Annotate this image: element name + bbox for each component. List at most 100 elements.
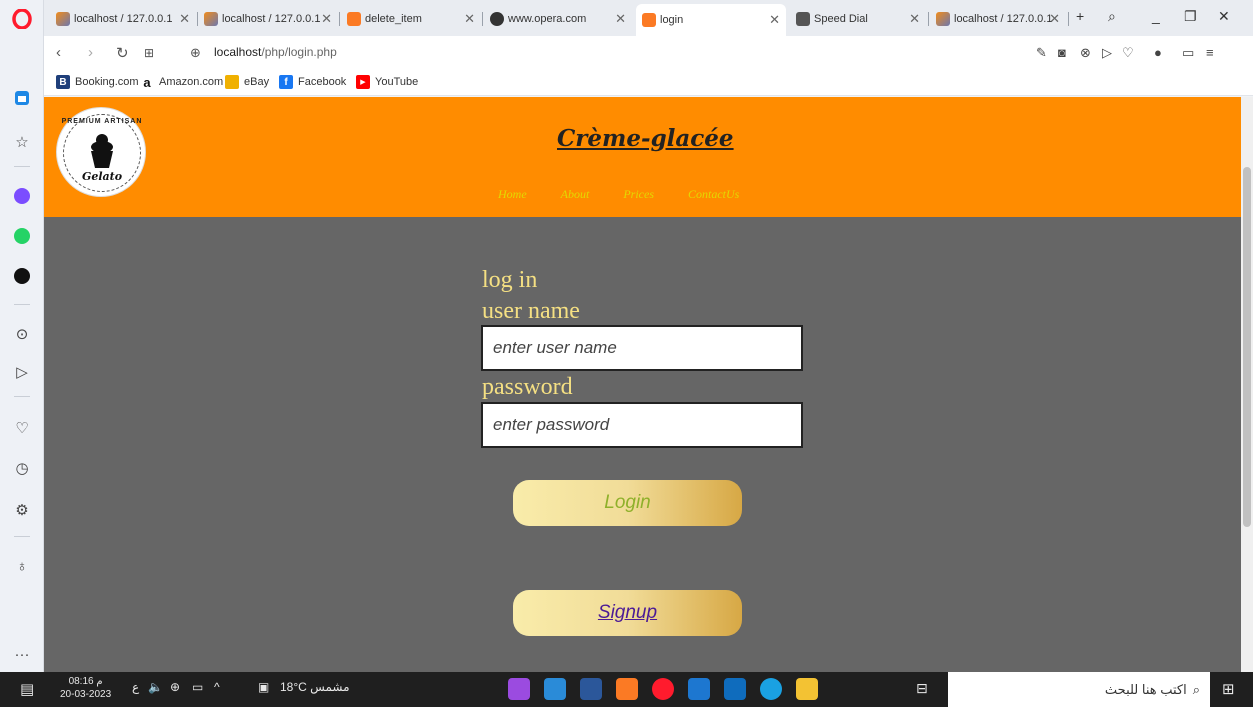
more-dots-icon[interactable]: ··· <box>8 640 36 668</box>
tab-delete-item[interactable]: delete_item ✕ <box>341 6 481 32</box>
task-view-icon[interactable]: ⊟ <box>916 680 928 697</box>
taskbar-search[interactable]: اكتب هنا للبحث ⌕ <box>948 672 1210 707</box>
player-icon[interactable]: ⊙ <box>8 320 36 348</box>
scrollbar-thumb[interactable] <box>1243 167 1251 527</box>
close-tab-icon[interactable]: ✕ <box>769 12 780 28</box>
url-field[interactable]: localhost/php/login.php <box>214 45 337 59</box>
restore-icon[interactable]: ❐ <box>1184 8 1197 25</box>
screen: ☆ ⊙ ▷ ♡ ◷ ⚙ ♁ ··· localhost / 127.0.0.1 … <box>0 0 1253 707</box>
language-indicator[interactable]: ع <box>132 680 139 694</box>
bookmarks-bar: B Booking.com a Amazon.com eBay f Facebo… <box>44 70 1253 96</box>
word-icon[interactable] <box>580 678 602 700</box>
adblock-icon[interactable]: ⊗ <box>1080 45 1091 61</box>
bookmarks-star-icon[interactable]: ☆ <box>8 128 36 156</box>
new-tab-plus-icon[interactable]: + <box>1076 8 1084 24</box>
username-input[interactable] <box>481 325 803 371</box>
signup-link-button[interactable]: Signup <box>513 590 742 636</box>
nav-prices[interactable]: Prices <box>623 187 654 202</box>
bookmark-amazon[interactable]: a Amazon.com <box>140 74 224 90</box>
opera-sidebar: ☆ ⊙ ▷ ♡ ◷ ⚙ ♁ ··· <box>0 0 44 672</box>
close-tab-icon[interactable]: ✕ <box>615 11 626 27</box>
bookmark-label: Facebook <box>298 76 347 88</box>
tab-phpmyadmin-1[interactable]: localhost / 127.0.0.1 ✕ <box>50 6 196 32</box>
home-icon[interactable] <box>8 84 36 112</box>
battery-saver-icon[interactable]: ▭ <box>1182 45 1194 61</box>
amazon-icon: a <box>143 74 151 90</box>
settings-gear-icon[interactable]: ⚙ <box>8 496 36 524</box>
tab-speed-dial[interactable]: Speed Dial ✕ <box>790 6 926 32</box>
tab-opera[interactable]: www.opera.com ✕ <box>484 6 632 32</box>
xampp-icon <box>642 13 656 27</box>
mail-icon[interactable] <box>688 678 710 700</box>
reload-icon[interactable]: ↻ <box>116 44 129 62</box>
notifications-icon[interactable]: ▤ <box>20 680 34 698</box>
search-text: اكتب هنا للبحث <box>1104 681 1187 697</box>
windows-start-icon[interactable]: ⊞ <box>1222 680 1235 698</box>
bookmark-facebook[interactable]: f Facebook <box>279 75 346 89</box>
nav-about[interactable]: About <box>561 187 590 202</box>
tab-phpmyadmin-3[interactable]: localhost / 127.0.0.1 ✕ <box>930 6 1066 32</box>
volume-icon[interactable]: 🔈 <box>148 680 163 694</box>
edit-icon[interactable]: ✎ <box>1036 45 1047 61</box>
bookmark-youtube[interactable]: ▶ YouTube <box>356 75 418 89</box>
easy-setup-icon[interactable]: ≡ <box>1206 45 1214 60</box>
send-icon[interactable]: ▷ <box>1102 45 1112 61</box>
bookmark-ebay[interactable]: eBay <box>225 75 269 89</box>
store-icon[interactable] <box>724 678 746 700</box>
file-explorer-icon[interactable] <box>796 678 818 700</box>
opera-taskbar-icon[interactable] <box>652 678 674 700</box>
opera-logo-icon[interactable] <box>0 4 44 34</box>
paint-app-icon[interactable] <box>508 678 530 700</box>
logo-arc-text: PREMIUM ARTISAN <box>61 118 143 125</box>
messenger-icon[interactable] <box>8 182 36 210</box>
vscode-icon[interactable] <box>544 678 566 700</box>
forward-icon[interactable]: › <box>88 44 93 61</box>
close-tab-icon[interactable]: ✕ <box>464 11 475 27</box>
tabs-grid-icon[interactable]: ⊞ <box>144 46 154 60</box>
booking-icon: B <box>56 75 70 89</box>
xampp-taskbar-icon[interactable] <box>616 678 638 700</box>
site-title[interactable]: Crème-glacée <box>557 125 734 152</box>
history-clock-icon[interactable]: ◷ <box>8 454 36 482</box>
clock[interactable]: 08:16 م 20-03-2023 <box>60 675 111 701</box>
profile-avatar-icon[interactable]: ● <box>1154 45 1162 60</box>
tab-search-icon[interactable]: ⌕ <box>1108 8 1116 25</box>
bookmark-label: Amazon.com <box>159 76 224 88</box>
search-icon: ⌕ <box>1192 681 1200 697</box>
tab-login[interactable]: login ✕ <box>636 4 786 36</box>
site-info-globe-icon[interactable]: ⊕ <box>190 45 201 61</box>
edge-icon[interactable] <box>760 678 782 700</box>
tab-label: Speed Dial <box>814 13 868 25</box>
page-scrollbar[interactable] <box>1241 97 1253 672</box>
weather-text[interactable]: 18°C مشمس <box>280 680 350 694</box>
snapshot-camera-icon[interactable]: ◙ <box>1058 45 1066 60</box>
tiktok-icon[interactable] <box>8 262 36 290</box>
close-window-icon[interactable]: ✕ <box>1218 8 1230 25</box>
heart-icon[interactable]: ♡ <box>8 414 36 442</box>
phpmyadmin-icon <box>936 12 950 26</box>
address-bar: ‹ › ↻ ⊞ ⊕ localhost/php/login.php ✎ ◙ ⊗ … <box>44 36 1253 70</box>
ebay-bag-icon <box>225 75 239 89</box>
heart-icon[interactable]: ♡ <box>1122 45 1134 61</box>
network-icon[interactable]: ⊕ <box>170 680 180 694</box>
close-tab-icon[interactable]: ✕ <box>1049 11 1060 27</box>
bookmark-booking[interactable]: B Booking.com <box>56 75 139 89</box>
back-icon[interactable]: ‹ <box>56 44 61 61</box>
tab-label: www.opera.com <box>508 13 587 25</box>
minimize-icon[interactable]: _ <box>1152 8 1160 24</box>
tray-chevron-up-icon[interactable]: ^ <box>214 680 220 694</box>
close-tab-icon[interactable]: ✕ <box>179 11 190 27</box>
weather-icon[interactable]: ▣ <box>258 680 269 694</box>
close-tab-icon[interactable]: ✕ <box>321 11 332 27</box>
lightbulb-icon[interactable]: ♁ <box>8 552 36 580</box>
login-button[interactable]: Login <box>513 480 742 526</box>
nav-contactus[interactable]: ContactUs <box>688 187 739 202</box>
battery-icon[interactable]: ▭ <box>192 680 203 694</box>
globe-icon <box>490 12 504 26</box>
password-input[interactable] <box>481 402 803 448</box>
tab-phpmyadmin-2[interactable]: localhost / 127.0.0.1 ✕ <box>198 6 338 32</box>
whatsapp-icon[interactable] <box>8 222 36 250</box>
nav-home[interactable]: Home <box>498 187 527 202</box>
close-tab-icon[interactable]: ✕ <box>909 11 920 27</box>
flow-send-icon[interactable]: ▷ <box>8 358 36 386</box>
